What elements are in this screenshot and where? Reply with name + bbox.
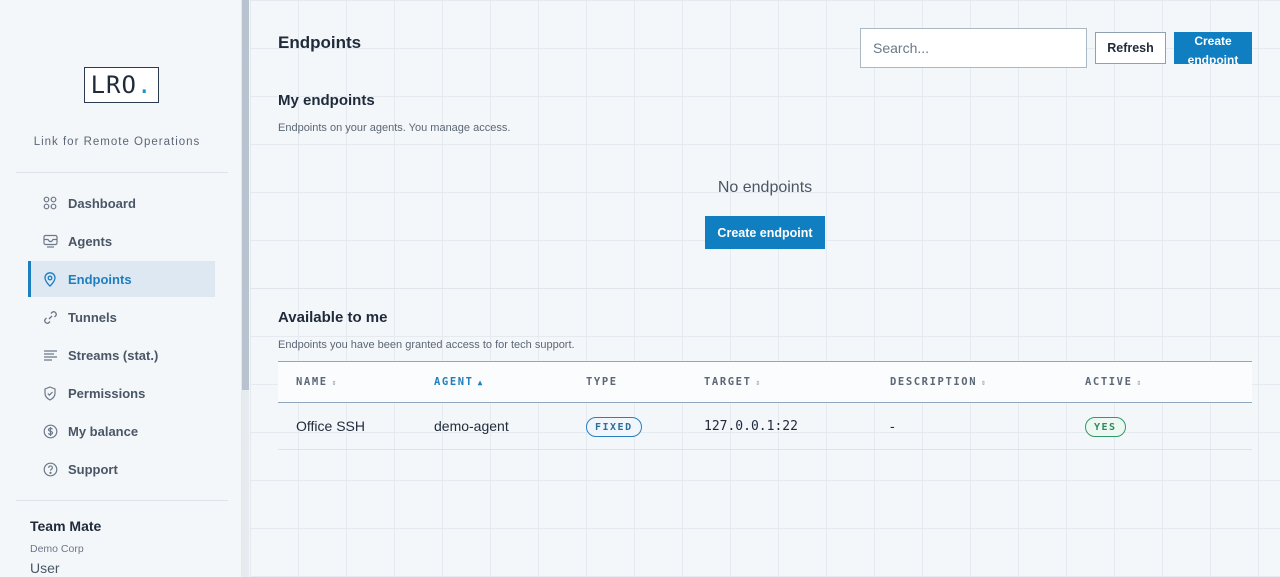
table-header: NAME ⇕ AGENT ▲ TYPE TARGET ⇕ DESCRIPTION ⇕ A… (278, 361, 1252, 403)
location-pin-icon (42, 271, 58, 287)
cell-agent: demo-agent (434, 418, 509, 434)
logo[interactable]: LRO. (84, 67, 159, 103)
sort-icon: ⇕ (755, 378, 761, 387)
sidebar-divider (16, 500, 228, 501)
sidebar-item-label: Tunnels (68, 309, 117, 325)
sidebar-item-tunnels[interactable]: Tunnels (28, 299, 215, 335)
search-input[interactable] (860, 28, 1087, 68)
column-header-target[interactable]: TARGET ⇕ (704, 376, 760, 388)
sidebar-item-agents[interactable]: Agents (28, 223, 215, 259)
create-endpoint-button[interactable]: Create endpoint (1174, 32, 1252, 64)
sidebar: LRO. Link for Remote Operations Dashboar… (0, 0, 242, 577)
cell-target: 127.0.0.1:22 (704, 419, 798, 434)
sidebar-item-label: My balance (68, 423, 139, 439)
shield-icon (42, 385, 58, 401)
logo-dot: . (136, 71, 153, 99)
endpoints-table: NAME ⇕ AGENT ▲ TYPE TARGET ⇕ DESCRIPTION ⇕ A… (278, 361, 1252, 450)
sidebar-item-label: Streams (stat.) (68, 347, 159, 363)
sidebar-item-endpoints[interactable]: Endpoints (28, 261, 215, 297)
sort-icon: ⇕ (981, 378, 986, 387)
section-subtitle-my-endpoints: Endpoints on your agents. You manage acc… (278, 122, 511, 134)
status-badge: YES (1085, 417, 1126, 437)
dashboard-icon (42, 195, 58, 211)
column-header-type: TYPE (586, 376, 618, 388)
user-role: User (30, 560, 60, 576)
sidebar-scrollbar-track[interactable] (242, 390, 249, 577)
logo-text: LRO (90, 71, 137, 99)
sort-asc-icon: ▲ (477, 378, 483, 387)
help-icon (42, 461, 58, 477)
sidebar-item-streams[interactable]: Streams (stat.) (28, 337, 215, 373)
sidebar-nav: Dashboard Agents Endpoints Tunnels Strea… (28, 185, 215, 489)
sidebar-scrollbar-thumb[interactable] (242, 0, 249, 390)
section-title-available: Available to me (278, 309, 388, 326)
sidebar-item-my-balance[interactable]: My balance (28, 413, 215, 449)
table-row[interactable]: Office SSH demo-agent FIXED 127.0.0.1:22… (278, 403, 1252, 450)
user-org: Demo Corp (30, 543, 84, 555)
sidebar-item-label: Agents (68, 233, 113, 249)
sidebar-item-dashboard[interactable]: Dashboard (28, 185, 215, 221)
column-header-active[interactable]: ACTIVE ⇕ (1085, 376, 1141, 388)
streams-icon (42, 347, 58, 363)
sidebar-item-label: Endpoints (68, 271, 132, 287)
create-endpoint-empty-button[interactable]: Create endpoint (705, 216, 825, 249)
sidebar-item-label: Permissions (68, 385, 146, 401)
sort-icon: ⇕ (331, 378, 337, 387)
section-divider (250, 288, 1280, 289)
cell-description: - (890, 418, 895, 434)
sidebar-item-label: Dashboard (68, 195, 136, 211)
user-name: Team Mate (30, 518, 102, 534)
sidebar-item-permissions[interactable]: Permissions (28, 375, 215, 411)
sidebar-divider (16, 172, 228, 173)
dollar-icon (42, 423, 58, 439)
cell-name: Office SSH (296, 418, 365, 434)
sidebar-item-support[interactable]: Support (28, 451, 215, 487)
empty-state-text: No endpoints (717, 179, 813, 196)
page-title: Endpoints (278, 33, 362, 52)
column-header-agent[interactable]: AGENT ▲ (434, 376, 482, 388)
refresh-button[interactable]: Refresh (1095, 32, 1166, 64)
main-content: Endpoints Refresh Create endpoint My end… (250, 0, 1280, 577)
tagline: Link for Remote Operations (33, 136, 201, 148)
link-icon (42, 309, 58, 325)
section-subtitle-available: Endpoints you have been granted access t… (278, 339, 575, 351)
column-header-description[interactable]: DESCRIPTION ⇕ (890, 376, 986, 388)
column-header-name[interactable]: NAME ⇕ (296, 376, 337, 388)
sort-icon: ⇕ (1136, 378, 1142, 387)
sidebar-item-label: Support (68, 461, 118, 477)
section-title-my-endpoints: My endpoints (278, 92, 375, 109)
type-badge: FIXED (586, 417, 642, 437)
agents-icon (42, 233, 58, 249)
